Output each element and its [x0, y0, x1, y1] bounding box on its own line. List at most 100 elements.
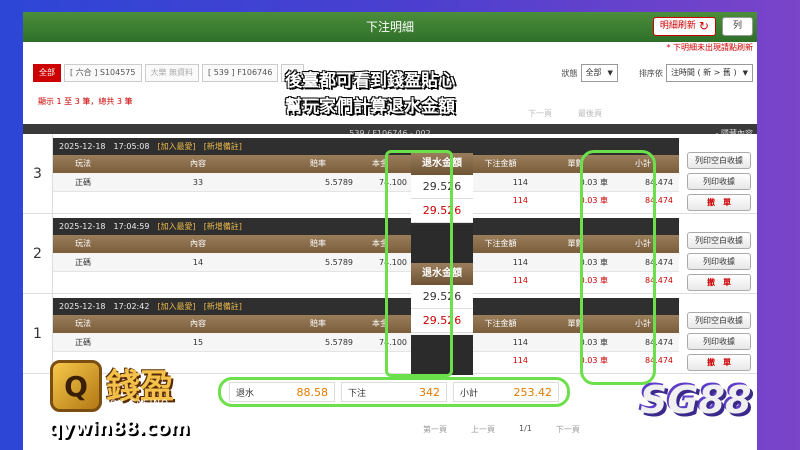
- order-date: 2025-12-18: [59, 142, 106, 151]
- order-actions: 列印空白收據 列印收據 撤 單: [687, 152, 751, 211]
- promo-line-2: 幫玩家們計算退水金額: [285, 97, 455, 117]
- summary-bet: 下注 342: [341, 382, 447, 402]
- qy-casino-logo: Q 錢盈 QY CASINO qywin88.com: [38, 355, 208, 450]
- page-indicator: 1/1: [519, 424, 532, 433]
- first-page-link[interactable]: 第一頁: [423, 424, 447, 435]
- next-page-link[interactable]: 下一頁: [556, 424, 580, 435]
- cell-content: 15: [192, 338, 204, 347]
- refresh-icon: ↻: [698, 19, 709, 33]
- print-receipt-button[interactable]: 列印收據: [687, 333, 751, 350]
- next-page-link[interactable]: 下一頁: [528, 108, 552, 119]
- add-note-link[interactable]: [新增備註]: [204, 218, 242, 235]
- bottom-pager: 第一頁 上一頁 1/1 下一頁: [423, 424, 580, 435]
- chevron-down-icon: ▼: [742, 69, 748, 77]
- cell-odds: 5.5789: [325, 178, 353, 187]
- filter-tab-539[interactable]: [ 539 ] F106746: [202, 64, 279, 82]
- cell-odds: 5.5789: [325, 338, 353, 347]
- cell-bet-red: 114: [512, 196, 528, 205]
- status-label: 狀態: [561, 68, 578, 78]
- print-blank-receipt-button[interactable]: 列印空白收據: [687, 232, 751, 249]
- refresh-note: * 下明細未出現請點刷新: [666, 43, 753, 52]
- col-bet: 下注金額: [484, 319, 517, 328]
- prev-page-link[interactable]: 上一頁: [471, 424, 495, 435]
- summary-rebate-value: 88.58: [296, 385, 329, 399]
- print-receipt-button[interactable]: 列印收據: [687, 253, 751, 270]
- cell-play: 正碼: [75, 258, 91, 267]
- print-top-button[interactable]: 列: [721, 17, 753, 36]
- cell-odds: 5.5789: [325, 258, 353, 267]
- site-url: qywin88.com: [48, 417, 190, 439]
- print-blank-receipt-button[interactable]: 列印空白收據: [687, 152, 751, 169]
- col-content: 內容: [190, 159, 206, 168]
- add-favorite-link[interactable]: [加入最愛]: [157, 218, 195, 235]
- order-time: 17:05:08: [113, 142, 150, 151]
- logo-english: QY CASINO: [110, 399, 170, 409]
- order-actions: 列印空白收據 列印收據 撤 單: [687, 232, 751, 291]
- add-note-link[interactable]: [新增備註]: [204, 298, 242, 315]
- cell-bet-red: 114: [512, 356, 528, 365]
- cell-bet-red: 114: [512, 276, 528, 285]
- order-date: 2025-12-18: [59, 222, 106, 231]
- cell-bet: 114: [512, 178, 528, 187]
- col-content: 內容: [190, 239, 206, 248]
- status-select[interactable]: 全部 ▼: [580, 64, 618, 82]
- add-favorite-link[interactable]: [加入最愛]: [157, 138, 195, 155]
- summary-subtotal: 小計 253.42: [453, 382, 559, 402]
- order-time: 17:02:42: [113, 302, 150, 311]
- window-title: 下注明細: [365, 20, 414, 34]
- filter-tab-all[interactable]: 全部: [33, 64, 61, 82]
- cancel-bet-button[interactable]: 撤 單: [687, 354, 751, 371]
- status-value: 全部: [585, 68, 602, 77]
- cell-content: 33: [192, 178, 204, 187]
- filter-tab-liuhe[interactable]: [ 六合 ] S104575: [64, 64, 142, 82]
- add-favorite-link[interactable]: [加入最愛]: [157, 298, 195, 315]
- cell-play: 正碼: [75, 338, 91, 347]
- col-odds: 賠率: [310, 239, 326, 248]
- print-blank-receipt-button[interactable]: 列印空白收據: [687, 312, 751, 329]
- sort-value: 注時間 ( 新 > 舊 ): [670, 68, 737, 77]
- col-play: 玩法: [75, 239, 91, 248]
- filter-tab-dale[interactable]: 大樂 無資料: [144, 64, 200, 82]
- sort-label: 排序依: [638, 68, 663, 78]
- summary-subtotal-value: 253.42: [513, 385, 553, 399]
- title-buttons: 明細刷新 ↻ 列: [652, 17, 753, 36]
- cell-bet: 114: [512, 338, 528, 347]
- refresh-label: 明細刷新: [659, 21, 696, 31]
- col-content: 內容: [190, 319, 206, 328]
- order-date: 2025-12-18: [59, 302, 106, 311]
- window-titlebar: 下注明細 明細刷新 ↻ 列: [23, 12, 757, 42]
- summary-rebate: 退水 88.58: [229, 382, 335, 402]
- qy-badge-icon: Q: [50, 360, 102, 412]
- cell-bet: 114: [512, 258, 528, 267]
- col-odds: 賠率: [310, 159, 326, 168]
- summary-bet-value: 342: [419, 385, 440, 399]
- summary-bet-label: 下注: [348, 388, 367, 399]
- cell-play: 正碼: [75, 178, 91, 187]
- order-time: 17:04:59: [113, 222, 150, 231]
- summary-subtotal-label: 小計: [460, 388, 479, 399]
- order-number: 2: [23, 214, 53, 293]
- last-page-link[interactable]: 最後頁: [578, 108, 602, 119]
- col-play: 玩法: [75, 319, 91, 328]
- sg88-logo: SG88: [640, 378, 752, 422]
- summary-bar: 退水 88.58 下注 342 小計 253.42: [218, 377, 570, 407]
- col-play: 玩法: [75, 159, 91, 168]
- cancel-bet-button[interactable]: 撤 單: [687, 194, 751, 211]
- col-bet: 下注金額: [484, 239, 517, 248]
- refresh-button[interactable]: 明細刷新 ↻: [652, 17, 716, 36]
- summary-rebate-label: 退水: [236, 388, 255, 399]
- cancel-bet-button[interactable]: 撤 單: [687, 274, 751, 291]
- chevron-down-icon: ▼: [607, 69, 613, 77]
- add-note-link[interactable]: [新增備註]: [204, 138, 242, 155]
- cell-content: 14: [192, 258, 204, 267]
- print-receipt-button[interactable]: 列印收據: [687, 173, 751, 190]
- col-odds: 賠率: [310, 319, 326, 328]
- top-pager: 下一頁 最後頁: [528, 108, 602, 119]
- subtotal-highlight-frame: [580, 150, 656, 385]
- record-count: 顯示 1 至 3 筆，總共 3 筆: [38, 97, 133, 106]
- col-bet: 下注金額: [484, 159, 517, 168]
- order-number: 3: [23, 134, 53, 213]
- promo-line-1: 後臺都可看到錢盈貼心: [285, 71, 455, 91]
- sort-select[interactable]: 注時間 ( 新 > 舊 ) ▼: [665, 64, 753, 82]
- order-actions: 列印空白收據 列印收據 撤 單: [687, 312, 751, 371]
